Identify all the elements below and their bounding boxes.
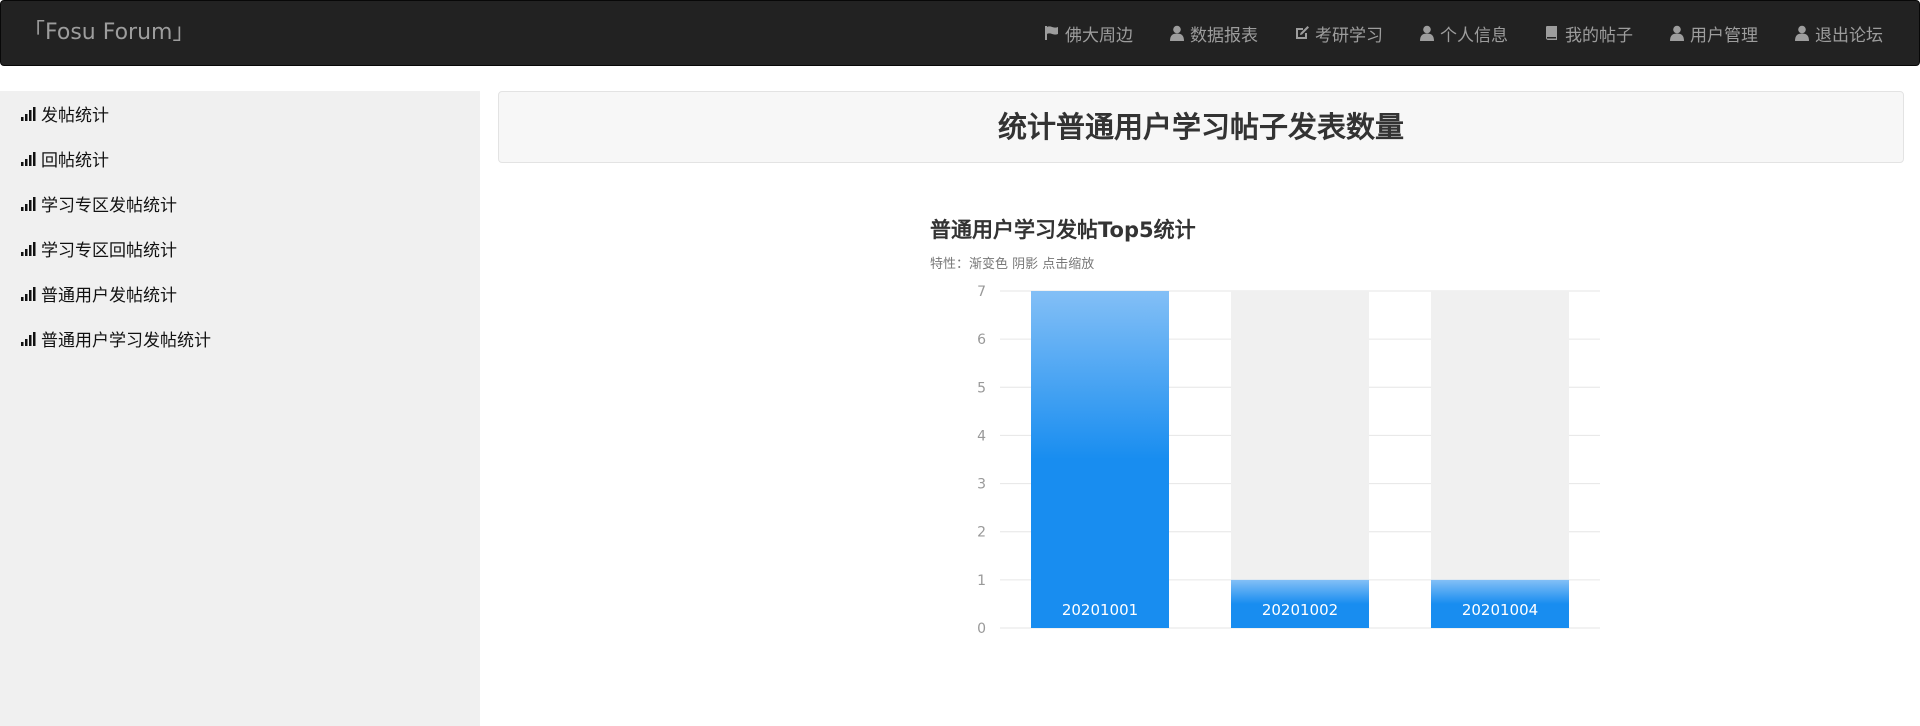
y-tick-label: 3 (977, 477, 986, 493)
sidebar-item-study-reply-stats[interactable]: 学习专区回帖统计 (0, 226, 480, 271)
signal-icon (21, 241, 36, 256)
nav-item-label: 我的帖子 (1565, 25, 1633, 46)
nav-item-my-posts[interactable]: 我的帖子 (1526, 1, 1651, 65)
nav-item-label: 个人信息 (1440, 25, 1508, 46)
sidebar-item-user-post-stats[interactable]: 普通用户发帖统计 (0, 271, 480, 316)
bar-category-label: 20201004 (1462, 601, 1538, 619)
signal-icon (21, 106, 36, 121)
user-icon (1670, 25, 1684, 41)
flag-icon (1045, 26, 1058, 40)
bar-background (1231, 291, 1369, 628)
y-tick-label: 5 (977, 380, 986, 396)
book-icon (1546, 26, 1557, 40)
y-tick-label: 0 (977, 621, 986, 637)
nav-item-fosu-surroundings[interactable]: 佛大周边 (1026, 1, 1151, 65)
sidebar-item-user-study-post-stats[interactable]: 普通用户学习发帖统计 (0, 316, 480, 361)
sidebar: 发帖统计 回帖统计 学习专区发帖统计 学习专区回帖统计 普通用户发帖统计 普通用… (0, 91, 480, 726)
signal-icon (21, 151, 36, 166)
chart-plot[interactable]: 0 1 2 3 4 5 6 7 20201001 20201002 20201004 (920, 208, 1620, 648)
signal-icon (21, 286, 36, 301)
page-header-panel: 统计普通用户学习帖子发表数量 (498, 91, 1904, 163)
sidebar-item-label: 回帖统计 (41, 151, 109, 171)
nav-item-exam-study[interactable]: 考研学习 (1276, 1, 1401, 65)
y-tick-label: 1 (977, 573, 986, 589)
nav-menu: 佛大周边 数据报表 考研学习 个人信息 我的帖子 用户管理 退出论坛 (1026, 1, 1901, 65)
page-title: 统计普通用户学习帖子发表数量 (997, 110, 1404, 144)
user-icon (1420, 25, 1434, 41)
brand-logo[interactable]: 「Fosu Forum」 (23, 1, 194, 65)
sidebar-item-label: 普通用户发帖统计 (41, 286, 177, 306)
sidebar-item-reply-stats[interactable]: 回帖统计 (0, 136, 480, 181)
signal-icon (21, 196, 36, 211)
sidebar-item-label: 学习专区发帖统计 (41, 196, 177, 216)
nav-item-label: 数据报表 (1190, 25, 1258, 46)
bar-chart: 普通用户学习发帖Top5统计 特性：渐变色 阴影 点击缩放 0 1 2 3 4 5 6 7 20… (920, 208, 1620, 648)
nav-item-data-reports[interactable]: 数据报表 (1151, 1, 1276, 65)
y-tick-label: 2 (977, 525, 986, 541)
top-navbar: 「Fosu Forum」 佛大周边 数据报表 考研学习 个人信息 我的帖子 用户… (0, 0, 1920, 66)
sidebar-item-label: 发帖统计 (41, 106, 109, 126)
sidebar-item-post-stats[interactable]: 发帖统计 (0, 91, 480, 136)
nav-item-label: 考研学习 (1315, 25, 1383, 46)
bar-category-label: 20201002 (1262, 601, 1338, 619)
signal-icon (21, 331, 36, 346)
nav-item-user-management[interactable]: 用户管理 (1651, 1, 1776, 65)
bar[interactable] (1031, 291, 1169, 628)
y-tick-label: 4 (977, 428, 986, 444)
sidebar-item-label: 普通用户学习发帖统计 (41, 331, 211, 351)
edit-icon (1296, 26, 1309, 39)
bar-category-label: 20201001 (1062, 601, 1138, 619)
bar-background (1431, 291, 1569, 628)
nav-item-label: 用户管理 (1690, 25, 1758, 46)
sidebar-item-label: 学习专区回帖统计 (41, 241, 177, 261)
nav-item-logout[interactable]: 退出论坛 (1776, 1, 1901, 65)
nav-item-label: 退出论坛 (1815, 25, 1883, 46)
nav-item-label: 佛大周边 (1065, 25, 1133, 46)
nav-item-personal-info[interactable]: 个人信息 (1401, 1, 1526, 65)
y-tick-label: 6 (977, 332, 986, 348)
y-tick-label: 7 (977, 284, 986, 300)
user-icon (1795, 25, 1809, 41)
sidebar-item-study-post-stats[interactable]: 学习专区发帖统计 (0, 181, 480, 226)
user-icon (1170, 25, 1184, 41)
